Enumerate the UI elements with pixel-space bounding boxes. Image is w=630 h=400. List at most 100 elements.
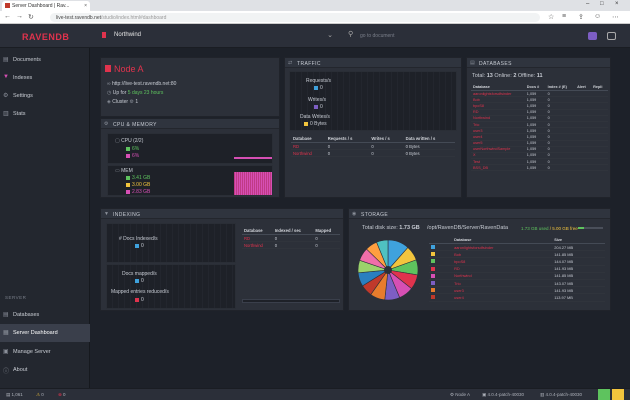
sidebar-item-indexes[interactable]: ▼ Indexes [0, 69, 90, 87]
minimize-icon[interactable]: – [586, 1, 589, 7]
indexing-scrollbar[interactable] [242, 299, 340, 303]
database-link[interactable]: user4 [452, 293, 553, 302]
storage-total-value: 1.73 GB [399, 225, 420, 231]
share-icon[interactable]: ⇪ [578, 13, 584, 21]
tab-title: Server Dashboard | Rav... [12, 3, 70, 9]
table-cell: 0 Bytes [403, 149, 455, 158]
memory-chart: ▭ MEM 3.41 GB 3.00 GB 2.83 GB [107, 165, 273, 196]
star-icon[interactable]: ☆ [548, 13, 554, 21]
database-link[interactable]: RD [452, 265, 553, 273]
mem-label-text: MEM [121, 168, 133, 174]
storage-pie-chart [357, 239, 419, 301]
writes-metric: 0 [314, 104, 323, 110]
docs-mapped-swatch [135, 278, 139, 283]
column-header[interactable]: Indexed / sec [272, 227, 314, 235]
notifications-icon[interactable] [588, 32, 597, 40]
offline-count: 11 [536, 73, 543, 79]
search-input[interactable] [360, 30, 560, 42]
errors-count[interactable]: ⊗ 0 [58, 392, 66, 398]
sidebar-item-manage-server[interactable]: ▣ Manage Server [0, 343, 90, 361]
maximize-icon[interactable]: □ [600, 1, 604, 7]
storage-usage-bar [578, 227, 603, 229]
sidebar-item-label: Settings [13, 93, 33, 99]
sidebar-item-label: Manage Server [13, 349, 51, 355]
table-cell: 141.85 MB [552, 250, 605, 259]
doc-count-value: 1,061 [11, 392, 23, 397]
indexing-panel: ▼ INDEXING # Docs Indexed/s 0 Docs mapped… [100, 208, 344, 311]
sidebar-item-server-dashboard[interactable]: ▦ Server Dashboard [0, 324, 90, 342]
forward-icon[interactable]: → [16, 13, 23, 20]
alerts-count[interactable]: ⚠ 0 [36, 392, 44, 398]
mapped-reduced-swatch [135, 297, 139, 302]
column-header[interactable]: Mapped [313, 227, 340, 235]
traffic-panel: ⇄ TRAFFIC Requests/s 0 Writes/s 0 Data Wr… [284, 57, 462, 198]
column-header[interactable]: Size [552, 236, 605, 244]
close-tab-icon[interactable]: × [84, 3, 87, 9]
sidebar-item-about[interactable]: ⓘ About [0, 361, 90, 379]
column-header[interactable]: Requests / s [325, 135, 370, 143]
traffic-table: Database Requests / s Writes / s Data wr… [291, 135, 455, 158]
server-version: ▣ 4.0.4-patch-40030 [482, 392, 524, 398]
database-link[interactable]: user3 [452, 286, 553, 295]
sidebar-item-label: Documents [13, 57, 41, 63]
help-button[interactable] [612, 389, 624, 400]
mem-ravendb-value: 2.83 GB [132, 189, 151, 195]
storage-usage: 1.73 GB used / 5.00 GB free [521, 226, 578, 231]
reading-icon[interactable]: ≡ [562, 13, 566, 20]
total-count: 13 [486, 73, 493, 79]
url-path: /studio/index.html#dashboard [101, 15, 167, 21]
table-cell: 141.85 MB [552, 272, 605, 280]
browser-tab[interactable]: Server Dashboard | Rav... × [2, 1, 90, 11]
database-link[interactable]: Northwind [291, 149, 326, 158]
databases-panel: ▤ DATABASES Total: 13 Online: 2 Offline: … [466, 57, 611, 198]
node-url[interactable]: ∞ http://live-test.ravendb.net:80 [107, 81, 176, 87]
column-header[interactable]: Database [242, 227, 273, 235]
sidebar-item-settings[interactable]: ⚙ Settings [0, 87, 90, 105]
database-link[interactable]: bpoS8 [452, 257, 553, 266]
database-link[interactable]: RD [242, 234, 273, 243]
database-link[interactable]: aaronlightsforsdfsinder [452, 243, 553, 252]
table-cell [591, 164, 608, 172]
database-selector[interactable]: Northwind ⌄ [100, 30, 335, 42]
node-indicator[interactable]: ⚙ Node A [450, 392, 470, 398]
database-link[interactable]: Trio [452, 279, 553, 288]
column-header[interactable]: Database [452, 236, 553, 244]
url-field[interactable]: live-test.ravendb.net/studio/index.html#… [50, 13, 540, 22]
sidebar-item-stats[interactable]: ▥ Stats [0, 105, 90, 123]
column-header[interactable]: Writes / s [369, 135, 404, 143]
online-count: 2 [513, 73, 517, 79]
database-link[interactable]: RD [291, 142, 326, 151]
sidebar-item-databases[interactable]: ▤ Databases [0, 306, 90, 324]
address-bar: ← → ↻ live-test.ravendb.net/studio/index… [0, 11, 630, 24]
close-window-icon[interactable]: × [615, 1, 619, 7]
mapped-reduced-value: 0 [141, 297, 144, 303]
ravendb-logo[interactable]: RAVENDB [22, 32, 69, 42]
sidebar-item-label: Server Dashboard [13, 330, 58, 336]
database-link[interactable]: BSS_DB [471, 164, 525, 172]
database-link[interactable]: Northwind [242, 241, 273, 250]
total-label: Total: [472, 73, 486, 79]
table-cell: 0 [272, 241, 314, 250]
dashboard-icon: ▦ [3, 330, 9, 336]
reload-icon[interactable]: ↻ [28, 13, 34, 21]
feedback-icon[interactable] [607, 32, 616, 40]
database-link[interactable]: Northwind [452, 272, 553, 280]
more-icon[interactable]: ⋯ [612, 13, 619, 21]
feedback-button[interactable] [598, 389, 610, 400]
doc-count: ▤ 1,061 [6, 392, 23, 398]
about-icon: ⓘ [3, 369, 10, 375]
extensions-icon[interactable]: ☺ [594, 13, 601, 20]
panel-title: INDEXING [113, 211, 141, 218]
docs-mapped-label: Docs mapped/s [122, 271, 157, 277]
sidebar-item-label: About [13, 367, 28, 373]
storage-usage-fill [578, 227, 585, 229]
table-cell: 141.93 MB [552, 286, 605, 295]
column-header[interactable]: Database [291, 135, 326, 143]
legend-swatch [429, 257, 453, 266]
databases-header: ▤ DATABASES [467, 58, 610, 68]
column-header[interactable]: Data written / s [403, 135, 455, 143]
back-icon[interactable]: ← [4, 13, 11, 20]
panel-title: CPU & MEMORY [113, 121, 157, 128]
sidebar-item-documents[interactable]: ▤ Documents [0, 51, 90, 69]
database-link[interactable]: Bob [452, 250, 553, 259]
